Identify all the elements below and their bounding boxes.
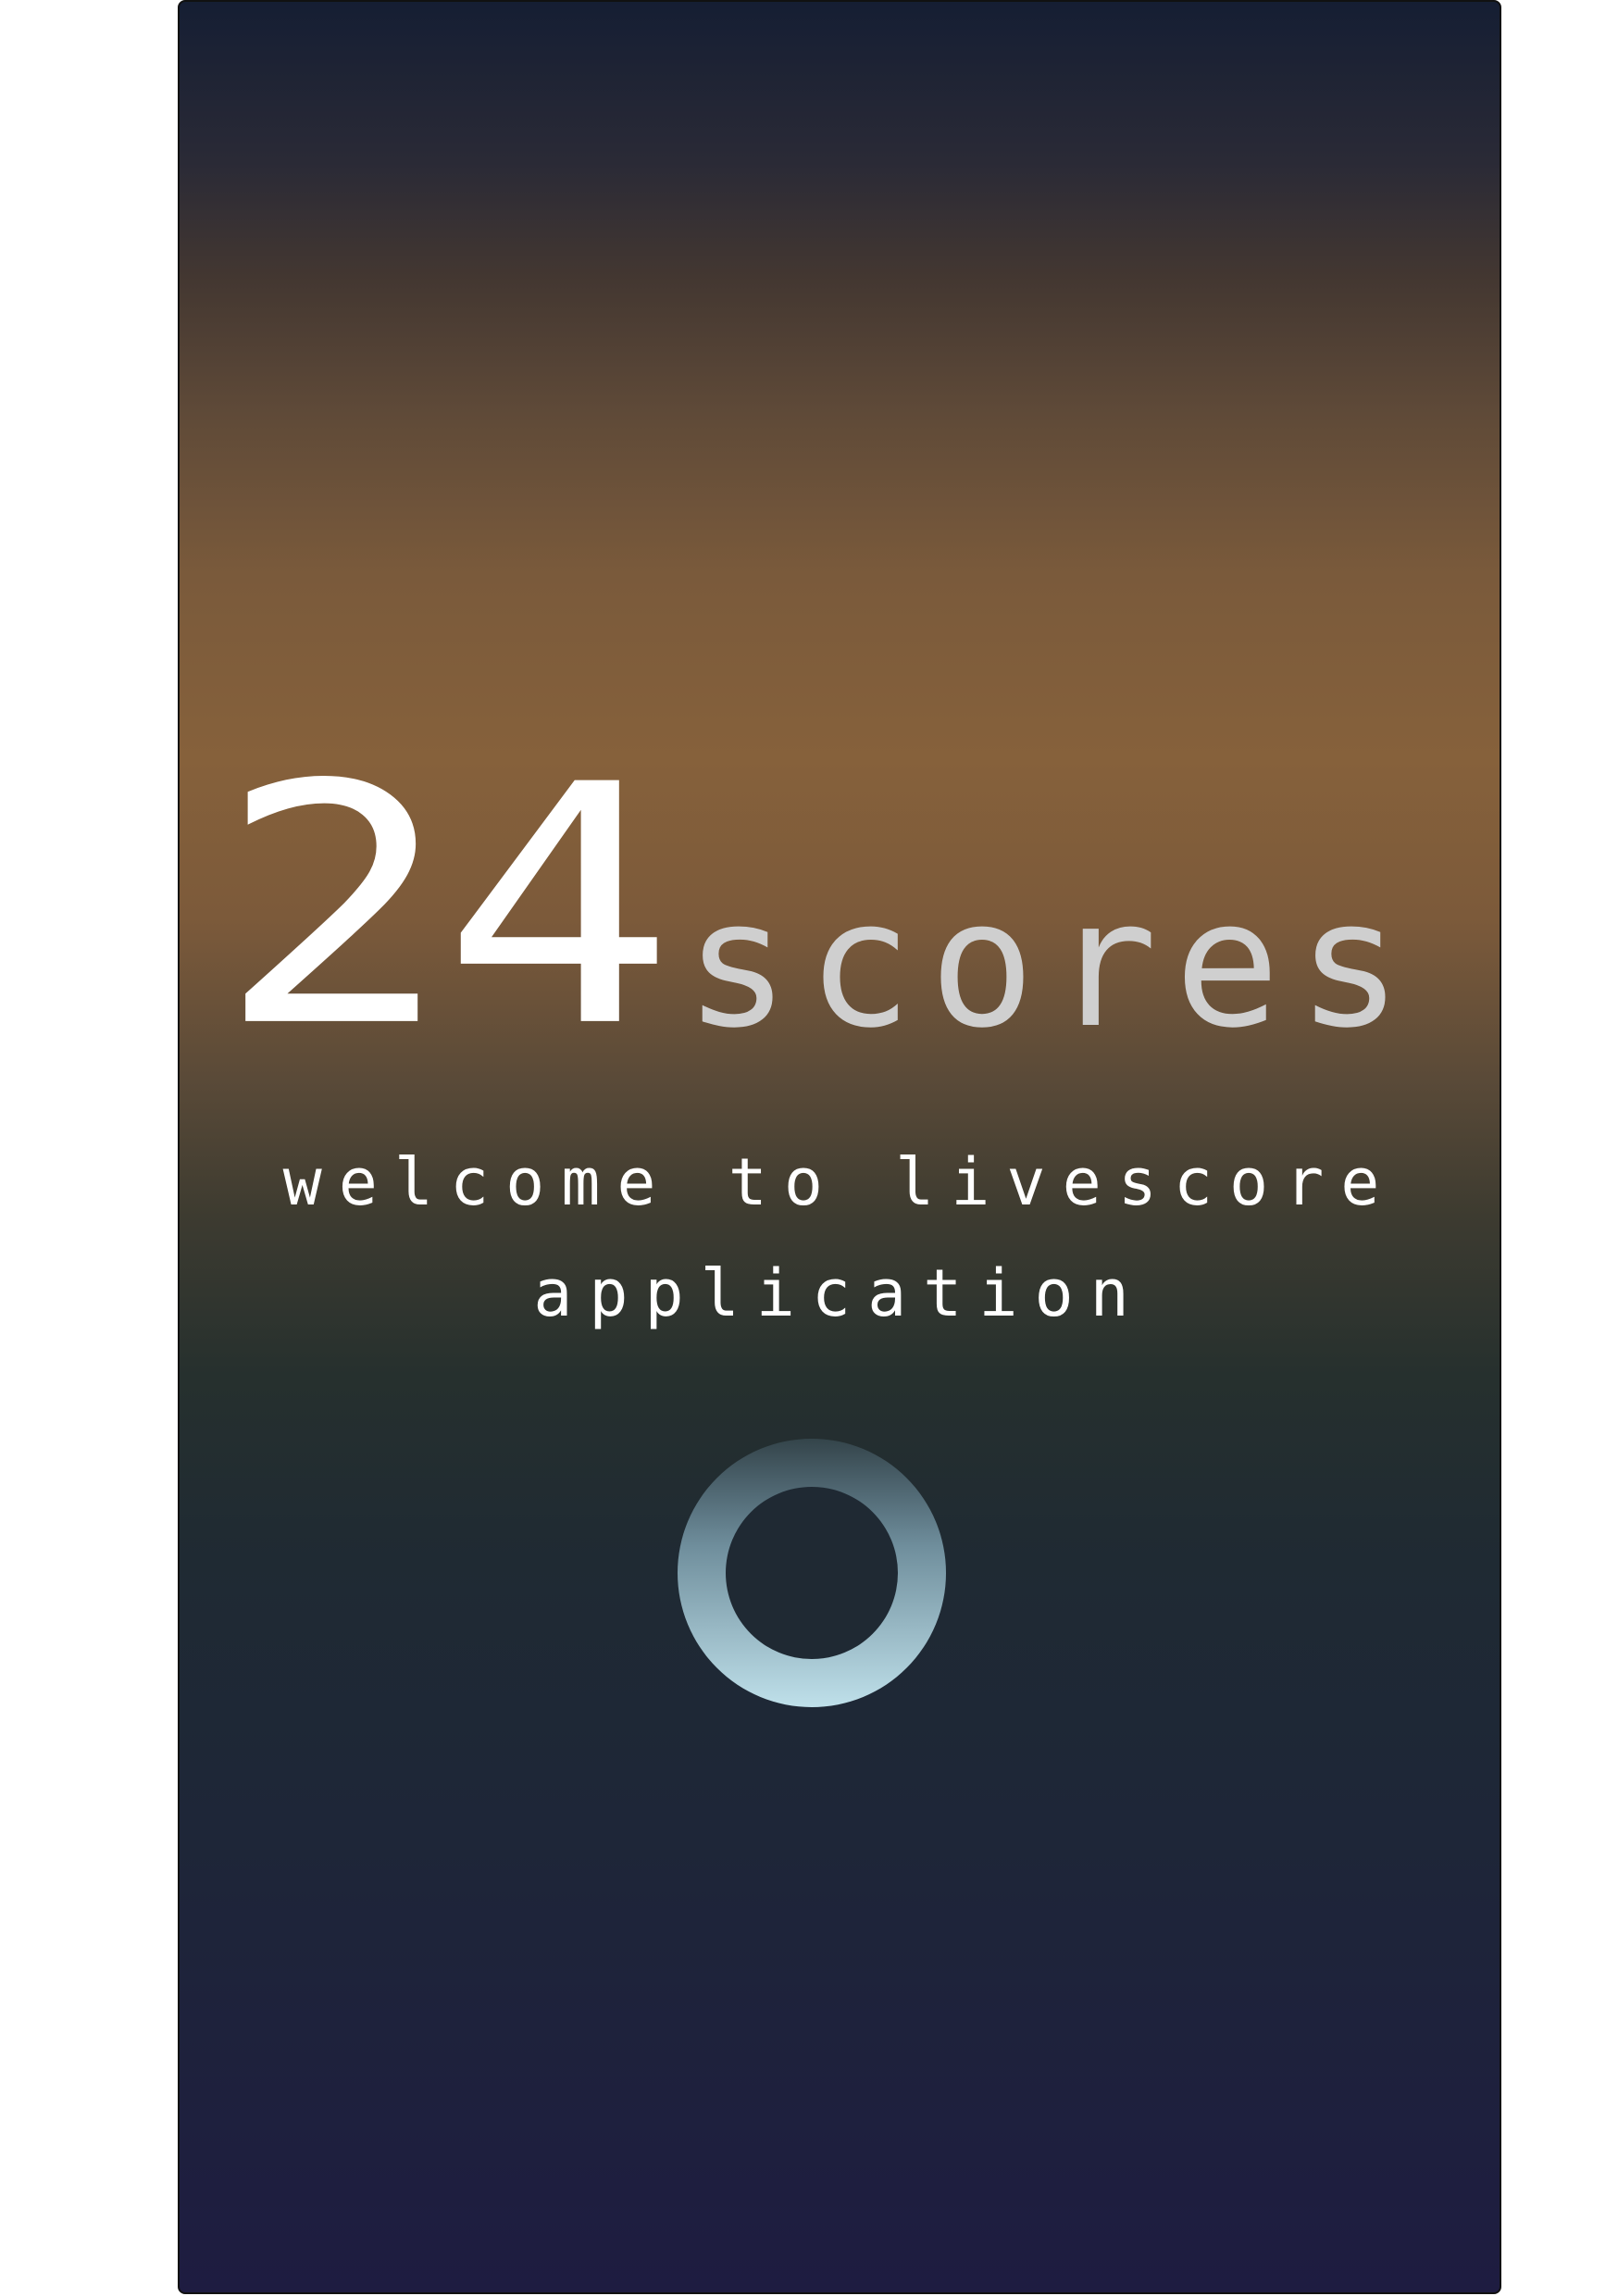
spinner-center [726, 1487, 898, 1659]
welcome-line-1: welcome to livescore [282, 1144, 1397, 1220]
welcome-message: welcome to livescore application [180, 1127, 1500, 1349]
welcome-line-2: application [533, 1255, 1146, 1331]
splash-screen: 24 scores welcome to livescore applicati… [178, 0, 1501, 2294]
logo-number: 24 [217, 715, 676, 1100]
loading-spinner-icon [678, 1439, 946, 1707]
logo-word: scores [684, 862, 1420, 1067]
app-logo: 24 scores [217, 742, 1494, 1073]
